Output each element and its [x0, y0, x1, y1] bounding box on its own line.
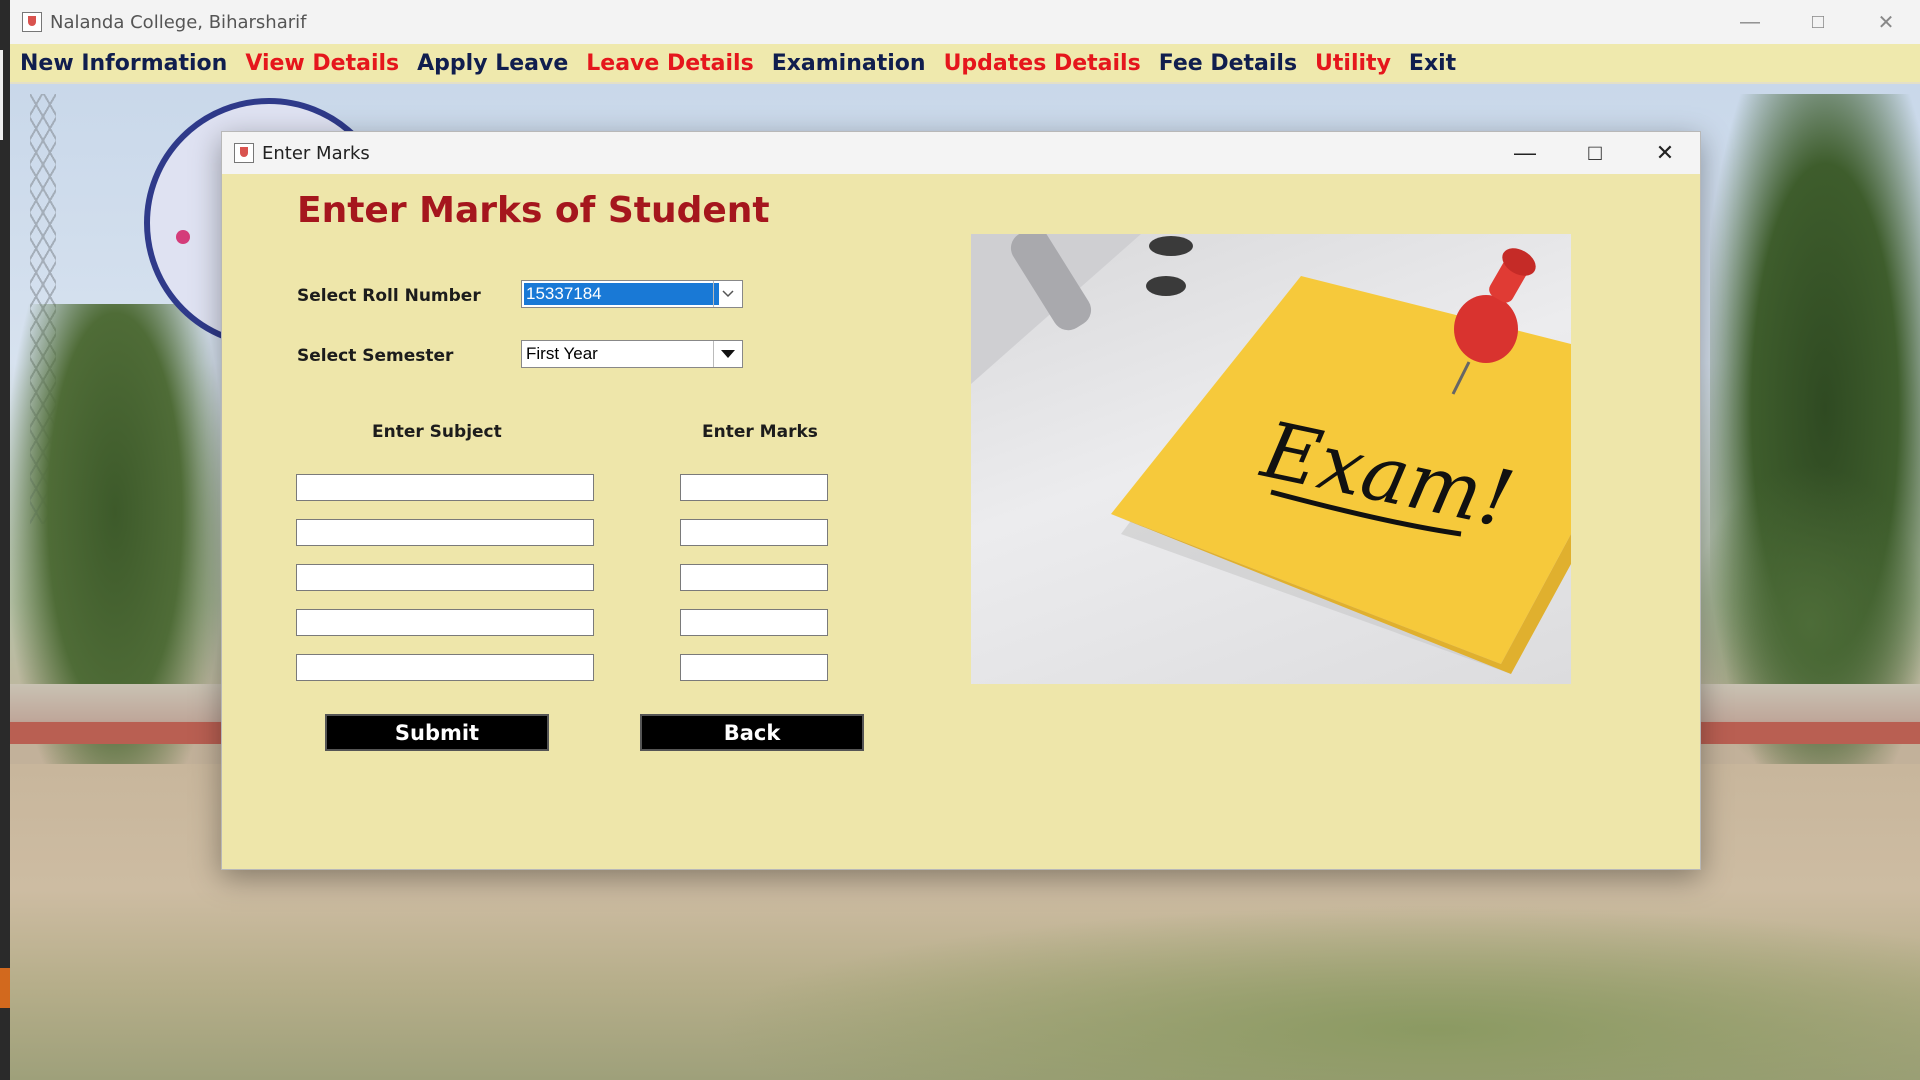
window-title: Nalanda College, Biharsharif — [50, 11, 307, 33]
semester-select[interactable]: First Year — [521, 340, 743, 368]
marks-input-3[interactable] — [680, 564, 828, 591]
close-icon[interactable]: ✕ — [1852, 0, 1920, 44]
maximize-icon[interactable]: □ — [1560, 132, 1630, 174]
roll-number-select[interactable]: 15337184 — [521, 280, 743, 308]
dropdown-arrow-icon[interactable] — [713, 341, 742, 367]
roll-number-label: Select Roll Number — [297, 286, 481, 306]
dialog-titlebar: Enter Marks — □ ✕ — [222, 132, 1700, 174]
semester-value: First Year — [526, 344, 598, 363]
main-titlebar: Nalanda College, Biharsharif — □ ✕ — [10, 0, 1920, 44]
close-icon[interactable]: ✕ — [1630, 132, 1700, 174]
menu-apply-leave[interactable]: Apply Leave — [417, 51, 568, 76]
chevron-down-icon[interactable] — [713, 281, 742, 307]
dialog-title: Enter Marks — [262, 142, 370, 164]
menu-bar: New Information View Details Apply Leave… — [10, 44, 1920, 84]
java-app-icon — [22, 12, 42, 32]
menu-exit[interactable]: Exit — [1409, 51, 1456, 76]
subject-input-2[interactable] — [296, 519, 594, 546]
marks-input-4[interactable] — [680, 609, 828, 636]
page-title: Enter Marks of Student — [297, 190, 770, 231]
semester-label: Select Semester — [297, 346, 454, 366]
back-button[interactable]: Back — [640, 714, 864, 751]
menu-leave-details[interactable]: Leave Details — [586, 51, 753, 76]
minimize-icon[interactable]: — — [1716, 0, 1784, 44]
menu-new-information[interactable]: New Information — [20, 51, 227, 76]
marks-input-5[interactable] — [680, 654, 828, 681]
menu-view-details[interactable]: View Details — [245, 51, 399, 76]
subject-input-5[interactable] — [296, 654, 594, 681]
menu-fee-details[interactable]: Fee Details — [1159, 51, 1297, 76]
roll-number-value: 15337184 — [524, 283, 719, 305]
subject-input-4[interactable] — [296, 609, 594, 636]
menu-updates-details[interactable]: Updates Details — [944, 51, 1141, 76]
marks-input-1[interactable] — [680, 474, 828, 501]
menu-examination[interactable]: Examination — [772, 51, 926, 76]
menu-utility[interactable]: Utility — [1315, 51, 1391, 76]
subject-input-1[interactable] — [296, 474, 594, 501]
enter-marks-dialog: Enter Marks — □ ✕ Enter Marks of Student… — [221, 131, 1701, 870]
submit-button[interactable]: Submit — [325, 714, 549, 751]
exam-sticky-note-image: Exam! — [971, 234, 1571, 684]
desktop-edge — [0, 0, 10, 1080]
minimize-icon[interactable]: — — [1490, 132, 1560, 174]
subject-column-header: Enter Subject — [372, 422, 502, 442]
marks-input-2[interactable] — [680, 519, 828, 546]
maximize-icon[interactable]: □ — [1784, 0, 1852, 44]
marks-column-header: Enter Marks — [702, 422, 818, 442]
java-app-icon — [234, 143, 254, 163]
subject-input-3[interactable] — [296, 564, 594, 591]
